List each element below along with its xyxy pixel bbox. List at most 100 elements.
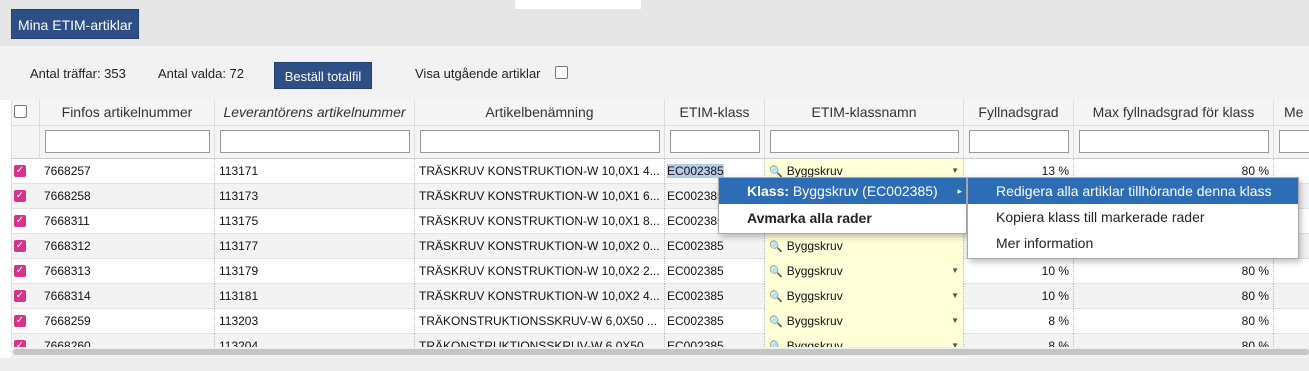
filter-truncated-input[interactable] xyxy=(1279,130,1309,153)
cell-supplier-number: 113177 xyxy=(215,234,415,259)
class-name-text: Byggskruv xyxy=(786,314,843,328)
col-finfos[interactable]: Finfos artikelnummer xyxy=(40,100,215,126)
filter-etim-class-name-input[interactable] xyxy=(770,130,959,153)
table-row[interactable]: ✓ 7668313 113179 TRÄSKRUV KONSTRUKTION-W… xyxy=(12,259,1309,284)
cell-article-name: TRÄSKRUV KONSTRUKTION-W 10,0X2 0... xyxy=(415,234,665,259)
submenu: Redigera alla artiklar tillhörande denna… xyxy=(967,177,1299,259)
cell-etim-class: EC002385 xyxy=(665,284,765,309)
context-menu-item-class[interactable]: Klass: Byggskruv (EC002385) ▸ xyxy=(719,178,966,204)
horizontal-scrollbar[interactable] xyxy=(11,347,1309,357)
col-truncated[interactable]: Me xyxy=(1274,100,1309,126)
dropdown-caret-icon[interactable]: ▼ xyxy=(951,284,959,308)
context-menu-item-unmark-all[interactable]: Avmarka alla rader xyxy=(719,205,966,231)
cell-etim-class: EC002385 xyxy=(665,259,765,284)
cell-article-name: TRÄSKRUV KONSTRUKTION-W 10,0X2 2... xyxy=(415,259,665,284)
etim-class-selected-text: EC002385 xyxy=(667,164,724,178)
cell-finfos: 7668313 xyxy=(40,259,215,284)
cell-etim-class: EC002385 xyxy=(665,309,765,334)
cell-article-name: TRÄSKRUV KONSTRUKTION-W 10,0X1 4... xyxy=(415,159,665,184)
cell-supplier-number: 113179 xyxy=(215,259,415,284)
cell-max-fill-grade: 80 % xyxy=(1074,259,1274,284)
hits-count: Antal träffar: 353 xyxy=(30,66,126,81)
cell-supplier-number: 113175 xyxy=(215,209,415,234)
col-supplier-number[interactable]: Leverantörens artikelnummer xyxy=(215,100,415,126)
cell-article-name: TRÄSKRUV KONSTRUKTION-W 10,0X1 8... xyxy=(415,209,665,234)
cell-supplier-number: 113173 xyxy=(215,184,415,209)
table-row[interactable]: ✓ 7668259 113203 TRÄKONSTRUKTIONSSKRUV-W… xyxy=(12,309,1309,334)
row-checkbox[interactable]: ✓ xyxy=(14,290,26,302)
cell-article-name: TRÄSKRUV KONSTRUKTION-W 10,0X1 6... xyxy=(415,184,665,209)
row-checkbox[interactable]: ✓ xyxy=(14,190,26,202)
col-max-fill-grade[interactable]: Max fyllnadsgrad för klass xyxy=(1074,100,1274,126)
row-checkbox[interactable]: ✓ xyxy=(14,265,26,277)
cell-supplier-number: 113171 xyxy=(215,159,415,184)
col-fill-grade[interactable]: Fyllnadsgrad xyxy=(964,100,1074,126)
filter-article-name-input[interactable] xyxy=(420,130,660,153)
filter-finfos-input[interactable] xyxy=(45,130,210,153)
table-row[interactable]: ✓ 7668314 113181 TRÄSKRUV KONSTRUKTION-W… xyxy=(12,284,1309,309)
cell-etim-class-name[interactable]: 🔍Byggskruv ▼ xyxy=(765,309,964,334)
col-etim-class-name[interactable]: ETIM-klassnamn xyxy=(765,100,964,126)
class-name-text: Byggskruv xyxy=(786,239,843,253)
show-outgoing-label: Visa utgående artiklar xyxy=(415,66,541,81)
top-tab-fragment xyxy=(515,0,641,9)
class-value: Byggskruv (EC002385) xyxy=(792,183,938,199)
toolbar: Antal träffar: 353 Antal valda: 72 Visa … xyxy=(0,46,1309,100)
cell-max-fill-grade: 80 % xyxy=(1074,309,1274,334)
row-checkbox[interactable]: ✓ xyxy=(14,240,26,252)
row-checkbox[interactable]: ✓ xyxy=(14,315,26,327)
filter-max-fill-grade-input[interactable] xyxy=(1079,130,1269,153)
filter-fill-grade-input[interactable] xyxy=(969,130,1069,153)
search-icon: 🔍 xyxy=(769,291,783,303)
dropdown-caret-icon[interactable]: ▼ xyxy=(951,259,959,283)
cell-finfos: 7668257 xyxy=(40,159,215,184)
cell-etim-class-name[interactable]: 🔍Byggskruv ▼ xyxy=(765,259,964,284)
cell-fill-grade: 10 % xyxy=(964,284,1074,309)
dropdown-caret-icon[interactable]: ▼ xyxy=(951,309,959,333)
cell-supplier-number: 113203 xyxy=(215,309,415,334)
cell-fill-grade: 10 % xyxy=(964,259,1074,284)
cell-etim-class-name[interactable]: 🔍Byggskruv ▼ xyxy=(765,284,964,309)
col-etim-class[interactable]: ETIM-klass xyxy=(665,100,765,126)
show-outgoing-checkbox[interactable] xyxy=(555,66,568,79)
select-all-checkbox[interactable] xyxy=(14,105,27,118)
class-name-text: Byggskruv xyxy=(786,164,843,178)
search-icon: 🔍 xyxy=(769,241,783,253)
cell-finfos: 7668312 xyxy=(40,234,215,259)
cell-supplier-number: 113181 xyxy=(215,284,415,309)
cell-finfos: 7668314 xyxy=(40,284,215,309)
cell-finfos: 7668258 xyxy=(40,184,215,209)
page-bottom-band xyxy=(0,358,1309,371)
search-icon: 🔍 xyxy=(769,316,783,328)
submenu-item-more-info[interactable]: Mer information xyxy=(968,230,1298,256)
filter-supplier-number-input[interactable] xyxy=(220,130,410,153)
cell-article-name: TRÄSKRUV KONSTRUKTION-W 10,0X2 4... xyxy=(415,284,665,309)
class-prefix: Klass: xyxy=(747,183,790,199)
my-etim-articles-button[interactable]: Mina ETIM-artiklar xyxy=(11,9,140,39)
scrollbar-thumb[interactable] xyxy=(13,349,1309,355)
selected-count: Antal valda: 72 xyxy=(158,66,245,81)
cell-finfos: 7668311 xyxy=(40,209,215,234)
class-name-text: Byggskruv xyxy=(786,289,843,303)
cell-etim-class: EC002385 xyxy=(665,234,765,259)
cell-fill-grade: 8 % xyxy=(964,309,1074,334)
top-band xyxy=(0,0,1309,46)
context-menu: Klass: Byggskruv (EC002385) ▸ Avmarka al… xyxy=(718,177,967,234)
cell-etim-class-name[interactable]: 🔍 Byggskruv xyxy=(765,234,964,259)
cell-max-fill-grade: 80 % xyxy=(1074,284,1274,309)
submenu-arrow-icon: ▸ xyxy=(957,186,962,196)
submenu-item-copy-class[interactable]: Kopiera klass till markerade rader xyxy=(968,204,1298,230)
filter-row xyxy=(12,126,1309,159)
header-row: Finfos artikelnummer Leverantörens artik… xyxy=(12,100,1309,126)
header-select-cell xyxy=(12,100,40,126)
class-name-text: Byggskruv xyxy=(786,264,843,278)
row-checkbox[interactable]: ✓ xyxy=(14,165,26,177)
cell-finfos: 7668259 xyxy=(40,309,215,334)
col-article-name[interactable]: Artikelbenämning xyxy=(415,100,665,126)
cell-article-name: TRÄKONSTRUKTIONSSKRUV-W 6,0X50 ... xyxy=(415,309,665,334)
search-icon: 🔍 xyxy=(769,266,783,278)
submenu-item-edit-all[interactable]: Redigera alla artiklar tillhörande denna… xyxy=(968,178,1298,204)
filter-etim-class-input[interactable] xyxy=(670,130,760,153)
order-total-file-button[interactable]: Beställ totalfil xyxy=(274,62,372,89)
row-checkbox[interactable]: ✓ xyxy=(14,215,26,227)
